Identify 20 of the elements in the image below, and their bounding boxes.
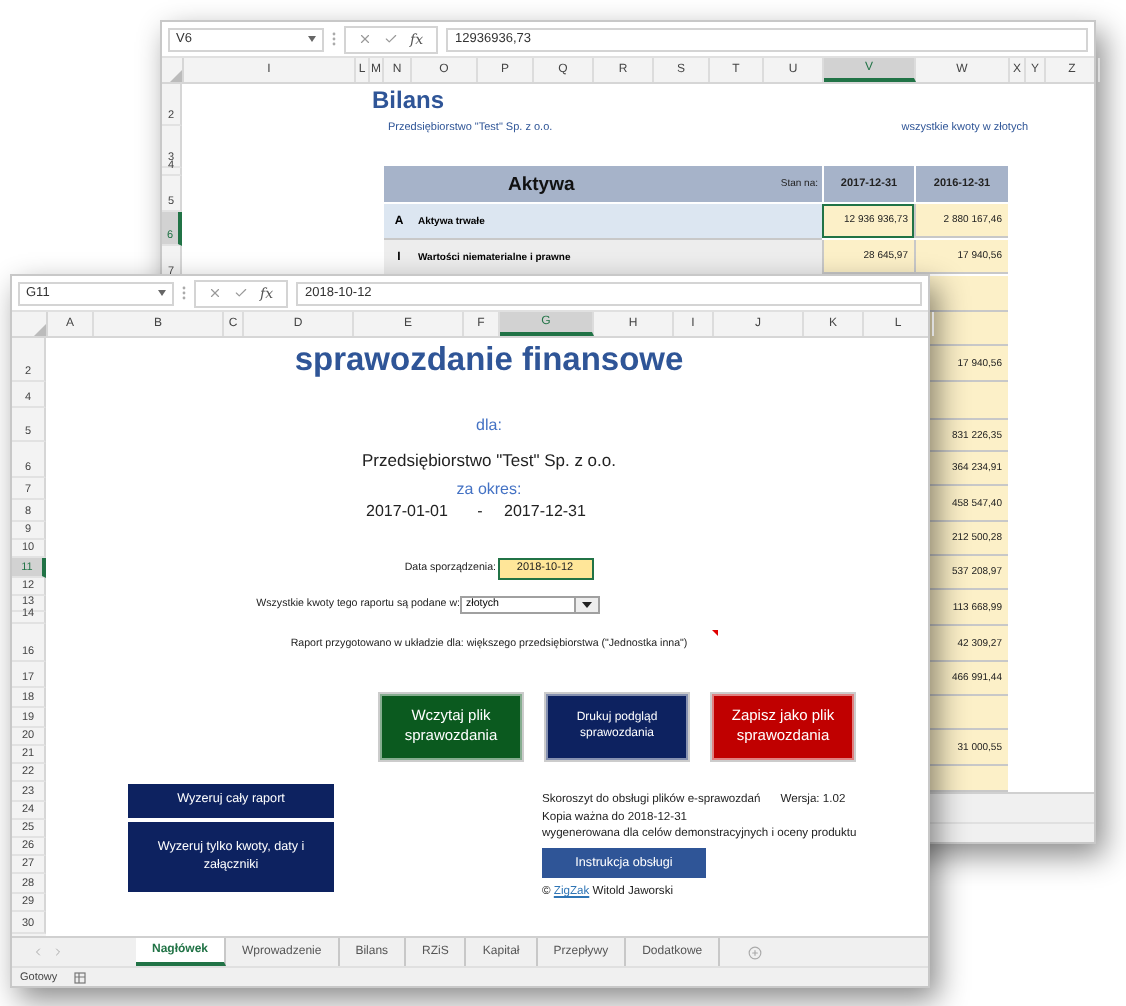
check-icon[interactable] <box>234 286 248 300</box>
period-label: za okres: <box>456 480 522 498</box>
period-start: 2017-01-01 <box>366 502 448 520</box>
caret-icon <box>582 601 592 607</box>
caret-icon <box>308 36 316 42</box>
table-heading: Aktywa <box>508 173 575 195</box>
next-sheet-icon[interactable] <box>52 946 64 958</box>
report-title: sprawozdanie finansowe <box>294 341 684 379</box>
period-separator: - <box>477 502 483 520</box>
add-sheet-icon[interactable] <box>748 945 763 959</box>
caret-icon <box>158 290 166 296</box>
for-label: dla: <box>476 416 502 434</box>
company-name: Przedsiębiorstwo "Test" Sp. z o.o. <box>362 450 616 470</box>
sheet-title: Bilans <box>372 86 445 114</box>
cancel-icon[interactable] <box>358 32 372 46</box>
page-layout-icon <box>73 971 86 983</box>
check-icon[interactable] <box>384 32 398 46</box>
period-end: 2017-12-31 <box>504 502 586 520</box>
previous-sheet-icon[interactable] <box>32 946 44 958</box>
cancel-icon[interactable] <box>208 286 222 300</box>
